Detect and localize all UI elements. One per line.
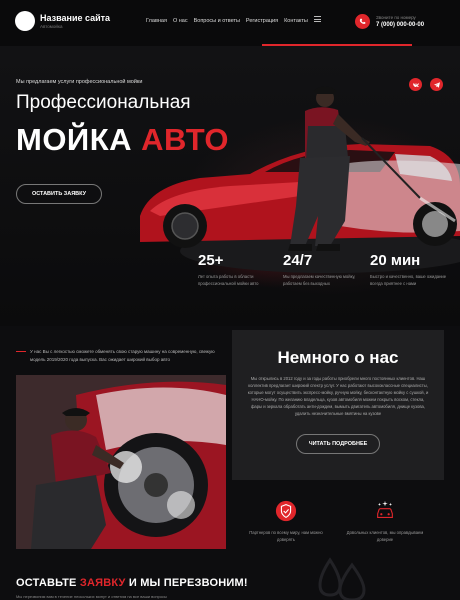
wheel-wash-photo: [16, 375, 226, 549]
phone-button[interactable]: [355, 14, 370, 29]
phone-number[interactable]: 7 (000) 000-00-00: [376, 22, 424, 28]
callback-title: ОСТАВЬТЕ ЗАЯВКУ И МЫ ПЕРЕЗВОНИМ!: [16, 577, 248, 589]
stat-speed: 20 мин Быстро и качественно, вашe ожидан…: [370, 252, 448, 287]
stat-hours: 24/7 Мы предлагаем качественную мойку, р…: [283, 252, 361, 287]
menu-icon[interactable]: [314, 16, 321, 22]
vk-icon[interactable]: [409, 78, 422, 91]
about-title: Немного о нас: [277, 348, 399, 367]
nav-item-register[interactable]: Регистрация: [246, 18, 278, 24]
read-more-button[interactable]: ЧИТАТЬ ПОДРОБНЕЕ: [296, 434, 380, 454]
site-name[interactable]: Название сайта: [40, 13, 110, 23]
hero-title-highlight: фессио: [50, 92, 118, 113]
callback-title-part: И МЫ ПЕРЕЗВОНИМ!: [125, 577, 248, 589]
nav-item-home[interactable]: Главная: [146, 18, 167, 24]
site-logo[interactable]: [15, 11, 35, 31]
nav-item-faq[interactable]: Вопросы и ответы: [194, 18, 240, 24]
site-subtitle: Автомойка: [40, 24, 63, 29]
telegram-icon[interactable]: [430, 78, 443, 91]
nav-item-contacts[interactable]: Контакты: [284, 18, 308, 24]
stat-value: 20 мин: [370, 252, 421, 269]
callback-subtitle: Мы перезвоним вам в течение нескольких м…: [16, 594, 167, 599]
stat-text: Лет опыта работы в области профессиональ…: [198, 274, 259, 286]
nav-item-about[interactable]: О нас: [173, 18, 188, 24]
site-header: Название сайта Автомойка Главная О нас В…: [0, 0, 460, 46]
intro-accent-line: [16, 351, 26, 352]
stat-experience: 25+ Лет опыта работы в области профессио…: [198, 252, 276, 287]
shield-check-icon: [275, 500, 297, 522]
stat-value: 24/7: [283, 252, 313, 269]
main-nav: Главная О нас Вопросы и ответы Регистрац…: [146, 18, 308, 24]
callback-title-red: ЗАЯВКУ: [79, 577, 126, 589]
hero-title-white: МОЙКА: [16, 122, 142, 157]
callback-title-part: ОСТАВЬТЕ: [16, 577, 80, 589]
hero-section: Мы предлагаем услуги профессиональной мо…: [0, 46, 460, 326]
hero-title-line1: Профессиональная: [16, 92, 191, 114]
feature-text: Партнеров по всему миру, нам можно довер…: [249, 530, 323, 542]
stat-text: Мы предлагаем качественную мойку, работа…: [283, 274, 356, 286]
about-panel: Немного о нас Мы открылись в 2012 году и…: [232, 330, 444, 480]
hero-title-part: нальная: [117, 92, 191, 113]
hero-kicker: Мы предлагаем услуги профессиональной мо…: [16, 79, 143, 85]
phone-label: Звоните по номеру: [376, 15, 416, 20]
water-drops-icon: [318, 557, 366, 600]
hero-title-part: Про: [16, 92, 51, 113]
stat-value: 25+: [198, 252, 224, 269]
phone-icon: [359, 18, 366, 24]
intro-text: У нас Вы с легкостью сможете обменять св…: [30, 349, 215, 362]
stat-text: Быстро и качественно, вашe ожидание всег…: [370, 274, 447, 286]
hero-title-line2: МОЙКА АВТО: [16, 122, 229, 158]
car-sparkle-icon: [377, 500, 393, 518]
wheel-wash-image: [16, 375, 226, 549]
feature-text: Довольных клиентов, мы оправдываем довер…: [346, 530, 424, 542]
submit-request-button[interactable]: ОСТАВИТЬ ЗАЯВКУ: [16, 184, 102, 204]
about-text: Мы открылись в 2012 году и за годы работ…: [247, 376, 429, 416]
hero-title-red: АВТО: [141, 122, 230, 157]
